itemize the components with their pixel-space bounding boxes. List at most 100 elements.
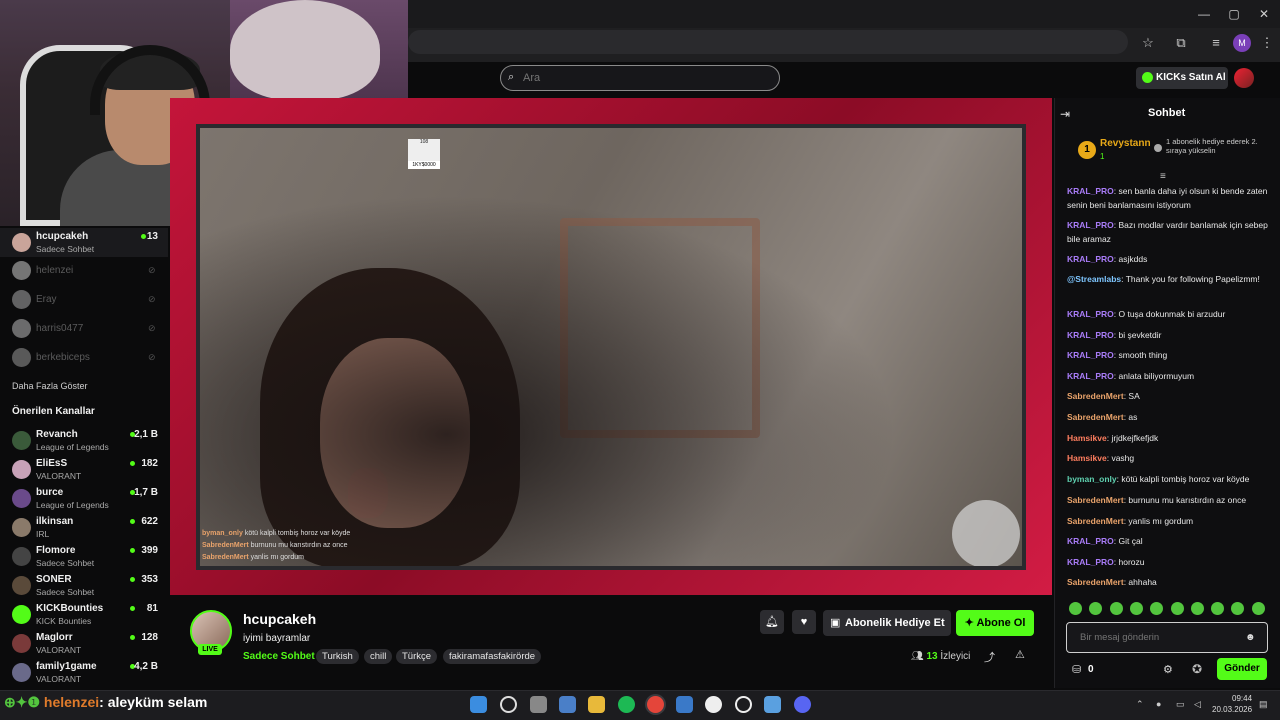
clock-time[interactable]: 09:44: [1232, 694, 1252, 703]
tag[interactable]: fakiramafasfakirörde: [443, 649, 542, 664]
chat-username[interactable]: KRAL_PRO: [1067, 330, 1114, 340]
clock-date[interactable]: 20.03.2026: [1212, 705, 1252, 714]
spotify-icon[interactable]: [618, 696, 635, 713]
sidebar-item-soner[interactable]: SONER Sadece Sohbet 353: [0, 571, 168, 600]
sidebar-item-family1game[interactable]: family1game VALORANT 4,2 B: [0, 658, 168, 687]
sidebar-item-helenzei[interactable]: helenzei ⊘: [0, 257, 168, 286]
chat-username[interactable]: @Streamlabs: [1067, 274, 1121, 284]
network-icon[interactable]: ▭: [1176, 699, 1185, 710]
show-more-link[interactable]: Daha Fazla Göster: [12, 381, 88, 391]
close-icon[interactable]: ✕: [1256, 6, 1272, 22]
channel-category: VALORANT: [36, 645, 82, 655]
channel-name: EliEsS: [36, 458, 68, 469]
chat-username[interactable]: byman_only: [1067, 474, 1117, 484]
emote-icon[interactable]: [1170, 602, 1184, 615]
notification-bell-icon[interactable]: 🔔︎: [760, 610, 784, 634]
chat-text: bi şevketdir: [1118, 330, 1162, 340]
report-icon[interactable]: ⚠: [1015, 648, 1025, 661]
video-player[interactable]: byman_only kötü kalpli tombiş horoz var …: [200, 128, 1022, 566]
sidebar-item-flomore[interactable]: Flomore Sadece Sohbet 399: [0, 542, 168, 571]
emote-icon[interactable]: [1129, 602, 1143, 615]
chat-username[interactable]: KRAL_PRO: [1067, 254, 1114, 264]
rank-badge: 1: [1078, 141, 1096, 159]
emote-icon[interactable]: [1109, 602, 1123, 615]
sidebar-item-burce[interactable]: burce League of Legends 1,7 B: [0, 484, 168, 513]
chat-username[interactable]: KRAL_PRO: [1067, 220, 1114, 230]
chat-input[interactable]: [1066, 622, 1268, 653]
emote-icon[interactable]: [1190, 602, 1204, 615]
file-explorer-icon[interactable]: [588, 696, 605, 713]
chat-username[interactable]: SabredenMert: [1067, 495, 1124, 505]
store-icon[interactable]: [559, 696, 576, 713]
emoji-icon[interactable]: ☻: [1245, 632, 1256, 643]
share-icon[interactable]: ⤴: [984, 649, 995, 665]
menu-icon[interactable]: ⋮: [1258, 34, 1276, 52]
maximize-icon[interactable]: ▢: [1226, 6, 1242, 22]
sidebar-item-revanch[interactable]: Revanch League of Legends 2,1 B: [0, 426, 168, 455]
emote-icon[interactable]: [1211, 602, 1225, 615]
tray-chevron-icon[interactable]: ⌃: [1136, 699, 1144, 710]
subscribe-button[interactable]: ✦ Abone Ol: [956, 610, 1034, 636]
sidebar-item-eray[interactable]: Eray ⊘: [0, 286, 168, 315]
task-view-icon[interactable]: [530, 696, 547, 713]
chat-username[interactable]: KRAL_PRO: [1067, 350, 1114, 360]
profile-icon[interactable]: M: [1233, 34, 1251, 52]
emote-icon[interactable]: [1251, 602, 1265, 615]
settings-icon[interactable]: ⚙: [1163, 663, 1173, 676]
app-icon[interactable]: [764, 696, 781, 713]
start-icon[interactable]: [470, 696, 487, 713]
chat-username[interactable]: KRAL_PRO: [1067, 371, 1114, 381]
obs-icon[interactable]: [735, 696, 752, 713]
search-icon[interactable]: [500, 696, 517, 713]
sidebar-item-maglorr[interactable]: Maglorr VALORANT 128: [0, 629, 168, 658]
search-input[interactable]: [500, 65, 780, 91]
follow-heart-icon[interactable]: ♥: [792, 610, 816, 634]
app-icon[interactable]: [676, 696, 693, 713]
tag[interactable]: chill: [364, 649, 393, 664]
microphone-icon[interactable]: ●: [1156, 699, 1161, 709]
emote-icon[interactable]: [1069, 602, 1082, 615]
mod-icon[interactable]: ✪: [1192, 662, 1202, 676]
discord-icon[interactable]: [794, 696, 811, 713]
chat-text: yanlis mı gordum: [1128, 516, 1194, 526]
media-icon[interactable]: ≡: [1207, 34, 1225, 52]
chat-username[interactable]: KRAL_PRO: [1067, 557, 1114, 567]
chat-text: as: [1128, 412, 1138, 422]
notifications-icon[interactable]: ▤: [1259, 699, 1268, 710]
address-bar[interactable]: [408, 30, 1128, 54]
chat-message: Hamsikve: vashg: [1067, 453, 1135, 463]
chat-username[interactable]: SabredenMert: [1067, 516, 1124, 526]
volume-icon[interactable]: ◁: [1194, 699, 1201, 710]
sidebar-item-hcupcakeh[interactable]: hcupcakeh Sadece Sohbet 13: [0, 228, 168, 257]
user-avatar[interactable]: [1234, 68, 1254, 88]
sidebar-item-berkebiceps[interactable]: berkebiceps ⊘: [0, 344, 168, 373]
tag[interactable]: Türkçe: [396, 649, 438, 664]
sidebar-item-harris0477[interactable]: harris0477 ⊘: [0, 315, 168, 344]
chat-message: SabredenMert: burnunu mu karıstırdın az …: [1067, 495, 1247, 505]
channel-name: Eray: [36, 294, 57, 305]
chat-username[interactable]: SabredenMert: [1067, 577, 1124, 587]
tag[interactable]: Turkish: [316, 649, 359, 664]
minimize-icon[interactable]: —: [1196, 6, 1212, 22]
sidebar-item-ilkinsan[interactable]: ilkinsan IRL 622: [0, 513, 168, 542]
chat-title: Sohbet: [1148, 107, 1186, 119]
collapse-chat-icon[interactable]: ⇥: [1060, 107, 1070, 121]
chat-expand-icon[interactable]: ≡: [1160, 171, 1166, 182]
sidebar-item-kickbounties[interactable]: KICKBounties KICK Bounties 81: [0, 600, 168, 629]
sidebar-item-eliess[interactable]: EliEsS VALORANT 182: [0, 455, 168, 484]
chat-username[interactable]: Hamsikve: [1067, 433, 1107, 443]
chat-username[interactable]: Hamsikve: [1067, 453, 1107, 463]
stream-category[interactable]: Sadece Sohbet: [243, 651, 315, 662]
chrome-icon[interactable]: [647, 696, 664, 713]
send-button[interactable]: Gönder: [1217, 658, 1267, 680]
star-icon[interactable]: ☆: [1139, 34, 1157, 52]
chat-username[interactable]: SabredenMert: [1067, 412, 1124, 422]
extensions-icon[interactable]: ⧉: [1172, 34, 1190, 52]
chat-username[interactable]: SabredenMert: [1067, 391, 1124, 401]
chat-username[interactable]: KRAL_PRO: [1067, 186, 1114, 196]
gift-sub-button[interactable]: Abonelik Hediye Et: [823, 610, 951, 636]
chat-username[interactable]: KRAL_PRO: [1067, 536, 1114, 546]
streamer-name[interactable]: hcupcakeh: [243, 611, 316, 627]
app-icon[interactable]: [705, 696, 722, 713]
chat-username[interactable]: KRAL_PRO: [1067, 309, 1114, 319]
